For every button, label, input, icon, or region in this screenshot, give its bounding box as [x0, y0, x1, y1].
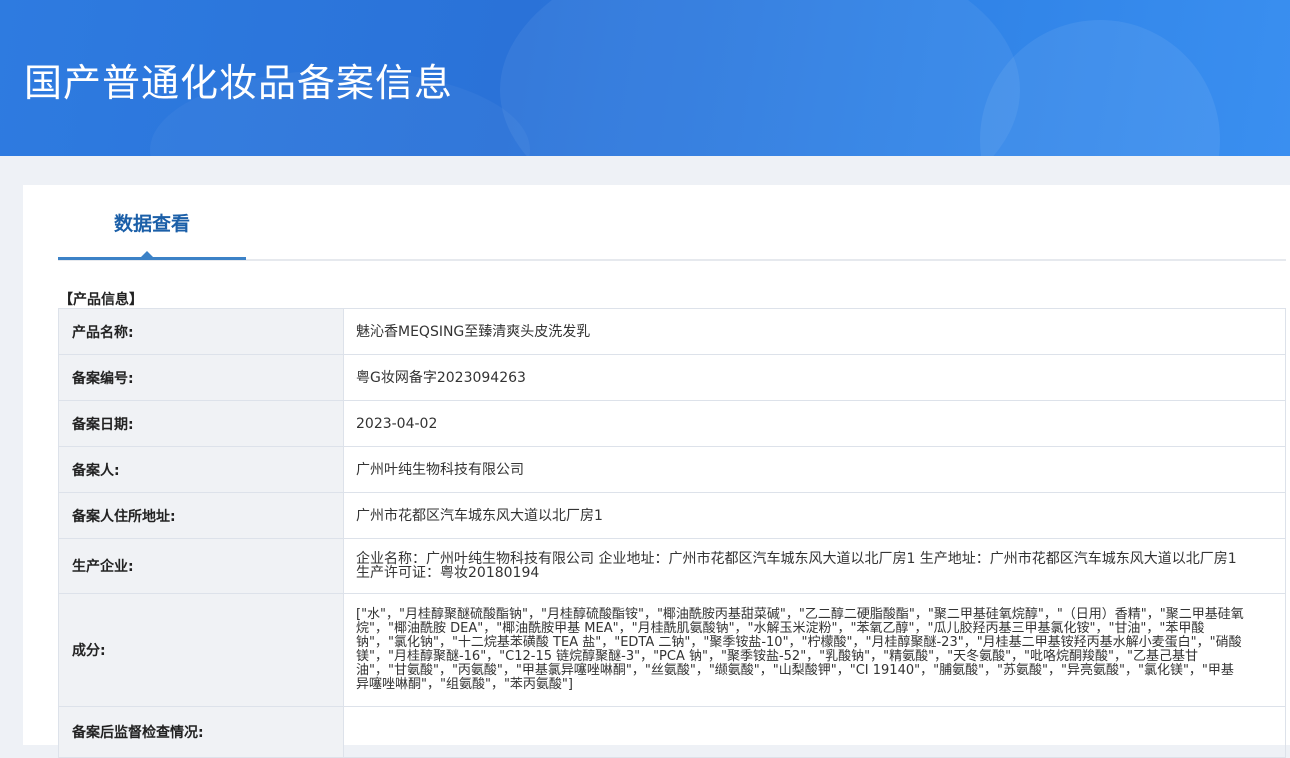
ingredients-value: ["水"，"月桂醇聚醚硫酸酯钠"，"月桂醇硫酸酯铵"，"椰油酰胺丙基甜菜碱"，"…	[343, 593, 1286, 707]
content-card: 数据查看 【产品信息】 产品名称: 魅沁香MEQSING至臻清爽头皮洗发乳 备案…	[23, 185, 1290, 758]
table-row: 备案人住所地址: 广州市花都区汽车城东风大道以北厂房1	[58, 492, 1286, 539]
table-row: 备案人: 广州叶纯生物科技有限公司	[58, 446, 1286, 493]
banner-decoration	[500, 0, 1020, 156]
page-banner: 国产普通化妆品备案信息	[0, 0, 1290, 156]
product-info-table: 产品名称: 魅沁香MEQSING至臻清爽头皮洗发乳 备案编号: 粤G妆网备字20…	[58, 308, 1286, 758]
table-row: 备案后监督检查情况:	[58, 706, 1286, 758]
tab-active-indicator	[58, 257, 246, 260]
row-label: 产品名称:	[58, 308, 344, 355]
row-value: 2023-04-02	[343, 400, 1286, 447]
tab-data-view[interactable]: 数据查看	[58, 185, 246, 259]
table-row: 产品名称: 魅沁香MEQSING至臻清爽头皮洗发乳	[58, 308, 1286, 355]
page-title: 国产普通化妆品备案信息	[24, 61, 454, 105]
section-title: 【产品信息】	[59, 292, 143, 308]
table-row: 成分: ["水"，"月桂醇聚醚硫酸酯钠"，"月桂醇硫酸酯铵"，"椰油酰胺丙基甜菜…	[58, 593, 1286, 707]
row-value: 广州叶纯生物科技有限公司	[343, 446, 1286, 493]
row-label: 备案人:	[58, 446, 344, 493]
row-value: 广州市花都区汽车城东风大道以北厂房1	[343, 492, 1286, 539]
row-value: 粤G妆网备字2023094263	[343, 354, 1286, 401]
table-row: 生产企业: 企业名称：广州叶纯生物科技有限公司 企业地址：广州市花都区汽车城东风…	[58, 538, 1286, 594]
row-label: 备案人住所地址:	[58, 492, 344, 539]
table-row: 备案编号: 粤G妆网备字2023094263	[58, 354, 1286, 401]
row-label: 备案后监督检查情况:	[58, 706, 344, 758]
tab-indicator-arrow-icon	[141, 251, 153, 257]
row-value: 企业名称：广州叶纯生物科技有限公司 企业地址：广州市花都区汽车城东风大道以北厂房…	[343, 538, 1286, 594]
row-label: 备案日期:	[58, 400, 344, 447]
row-label: 成分:	[58, 593, 344, 707]
banner-decoration	[980, 20, 1220, 156]
row-value: 魅沁香MEQSING至臻清爽头皮洗发乳	[343, 308, 1286, 355]
row-label: 备案编号:	[58, 354, 344, 401]
row-value	[343, 706, 1286, 758]
table-row: 备案日期: 2023-04-02	[58, 400, 1286, 447]
row-label: 生产企业:	[58, 538, 344, 594]
